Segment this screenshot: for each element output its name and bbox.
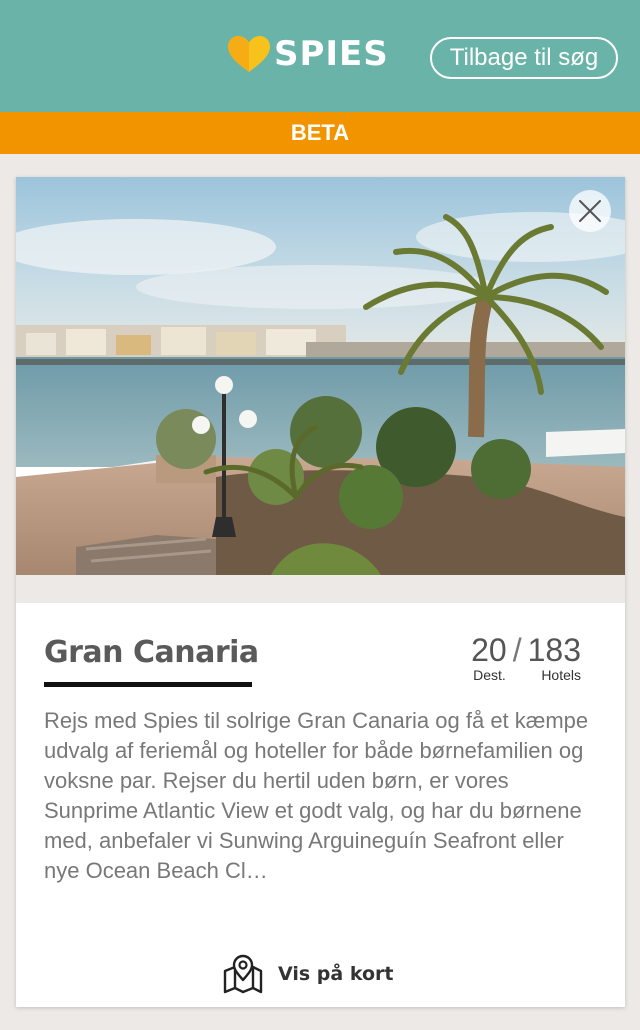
show-on-map-link[interactable]: Vis på kort [222, 952, 393, 996]
logo-text: SPIES [274, 34, 389, 74]
destination-stats: 20/183 Dest. Hotels [471, 631, 581, 683]
destination-title: Gran Canaria [44, 635, 259, 670]
stats-separator: / [512, 632, 522, 668]
heart-icon [228, 36, 270, 72]
card-divider [16, 575, 625, 603]
back-to-search-button[interactable]: Tilbage til søg [430, 37, 618, 79]
destination-card: Gran Canaria 20/183 Dest. Hotels Rejs me… [16, 177, 625, 1007]
show-on-map-label: Vis på kort [278, 963, 394, 985]
destinations-label: Dest. [473, 667, 506, 683]
title-underline [44, 682, 252, 687]
close-button[interactable] [569, 190, 611, 232]
top-header: SPIES Tilbage til søg [0, 0, 640, 112]
beta-banner: BETA [0, 112, 640, 154]
destinations-count: 20 [471, 632, 507, 668]
map-pin-icon [223, 954, 263, 994]
spies-logo[interactable]: SPIES [226, 34, 389, 74]
close-icon [579, 200, 601, 222]
destination-description: Rejs med Spies til solrige Gran Canaria … [44, 708, 589, 883]
hotels-count: 183 [527, 632, 581, 668]
destination-photo [16, 177, 625, 575]
hotels-label: Hotels [541, 667, 581, 683]
